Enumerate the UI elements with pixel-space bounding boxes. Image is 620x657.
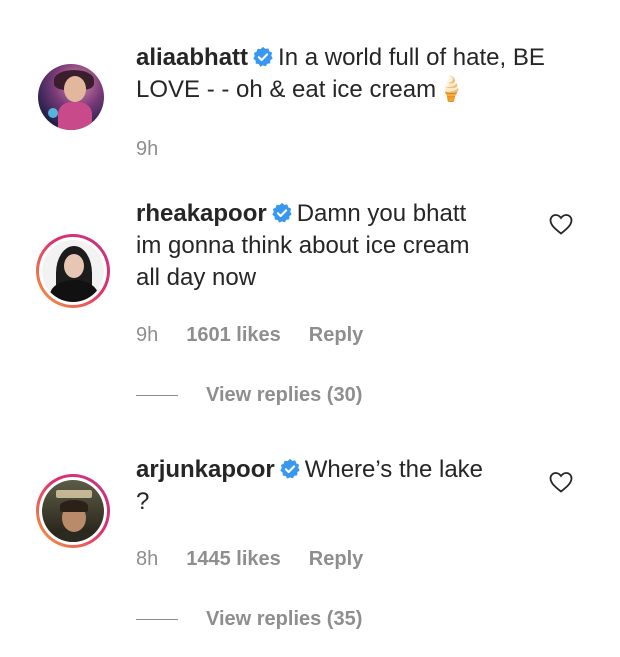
- comment-body-line1: Damn you bhatt: [296, 200, 467, 227]
- verified-badge-icon: [253, 46, 273, 67]
- username[interactable]: rheakapoor: [136, 200, 267, 227]
- verified-badge-icon: [279, 458, 300, 479]
- likes-count[interactable]: 1601 likes: [186, 324, 281, 347]
- timestamp[interactable]: 9h: [136, 138, 158, 161]
- comment-meta: 8h 1445 likes Reply: [136, 548, 363, 571]
- verified-badge-icon: [272, 202, 292, 223]
- comment-body-line1: In a world full of hate, BE: [278, 44, 545, 71]
- heart-outline-icon[interactable]: [548, 212, 574, 236]
- heart-outline-icon[interactable]: [548, 470, 574, 494]
- avatar-image: [42, 240, 104, 302]
- divider-line: [136, 619, 178, 620]
- reply-button[interactable]: Reply: [309, 548, 363, 571]
- avatar[interactable]: [36, 234, 110, 308]
- likes-count[interactable]: 1445 likes: [186, 548, 281, 571]
- comment-meta: 9h: [136, 138, 158, 161]
- timestamp[interactable]: 9h: [136, 324, 158, 347]
- comment-body-line2: ?: [136, 488, 150, 515]
- comment-meta: 9h 1601 likes Reply: [136, 324, 363, 347]
- comment-body-line3: all day now: [136, 264, 257, 291]
- username[interactable]: aliaabhatt: [136, 44, 248, 71]
- avatar-image: [42, 480, 104, 542]
- comment-text: arjunkapoor Where’s the lake ?: [136, 454, 483, 518]
- comment-body-line1: Where’s the lake: [304, 456, 484, 483]
- comment-text: aliaabhatt In a world full of hate, BE LO…: [136, 42, 545, 106]
- view-replies-label[interactable]: View replies (30): [206, 384, 362, 407]
- view-replies-label[interactable]: View replies (35): [206, 608, 362, 631]
- avatar[interactable]: [38, 64, 104, 130]
- avatar[interactable]: [36, 474, 110, 548]
- comment-body-line2: LOVE - - oh & eat ice cream🍦: [136, 76, 466, 103]
- reply-button[interactable]: Reply: [309, 324, 363, 347]
- username[interactable]: arjunkapoor: [136, 456, 275, 483]
- comment-body-line2: im gonna think about ice cream: [136, 232, 470, 259]
- timestamp[interactable]: 8h: [136, 548, 158, 571]
- view-replies-button[interactable]: View replies (30): [136, 384, 362, 407]
- comment-text: rheakapoor Damn you bhatt im gonna think …: [136, 198, 470, 294]
- divider-line: [136, 395, 178, 396]
- view-replies-button[interactable]: View replies (35): [136, 608, 362, 631]
- avatar-image: [38, 64, 104, 130]
